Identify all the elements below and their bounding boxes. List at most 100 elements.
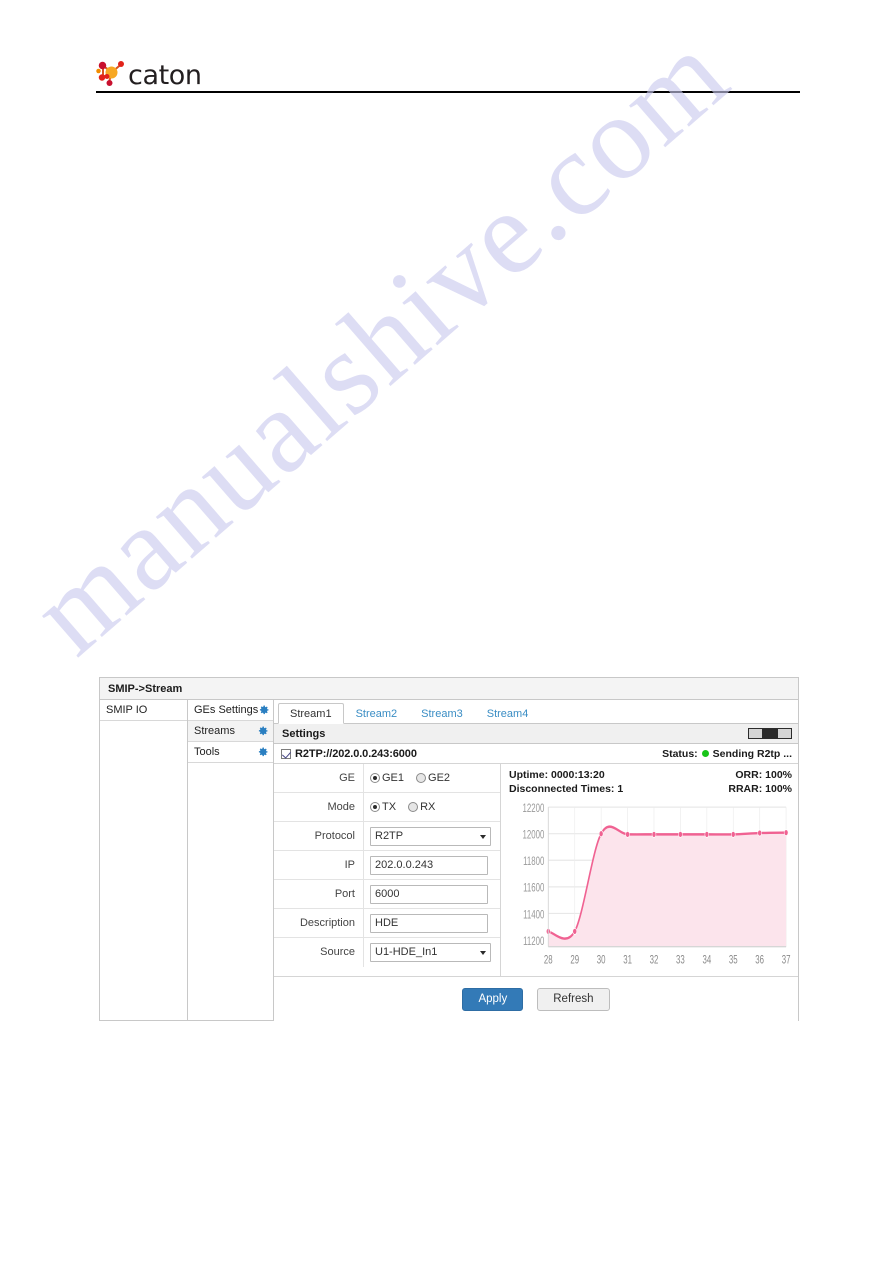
uptime-value: Uptime: 0000:13:20 — [509, 769, 605, 781]
form-row-source: Source U1-HDE_In1 — [274, 938, 500, 967]
description-input[interactable] — [370, 913, 488, 933]
source-label: Source — [274, 938, 364, 967]
apply-button[interactable]: Apply — [462, 987, 524, 1011]
breadcrumb: SMIP->Stream — [108, 682, 183, 695]
orr-value: ORR: 100% — [735, 769, 792, 781]
protocol-select[interactable]: R2TP — [370, 826, 491, 846]
stream-header-row: R2TP://202.0.0.243:6000 Status: Sending … — [274, 744, 798, 764]
form-row-description: Description — [274, 909, 500, 938]
stat-line-disconnected: Disconnected Times: 1 RRAR: 100% — [509, 782, 792, 796]
view-layout-toggle-icon[interactable] — [748, 728, 792, 739]
gear-icon[interactable] — [257, 746, 269, 758]
nav-item-tools[interactable]: Tools — [188, 742, 273, 763]
mode-tx-label: TX — [382, 801, 397, 813]
settings-title: Settings — [282, 727, 326, 740]
view-toggle-segment-2[interactable] — [763, 729, 778, 738]
gear-icon[interactable] — [258, 704, 270, 716]
svg-text:30: 30 — [597, 954, 606, 967]
svg-text:11600: 11600 — [523, 882, 545, 895]
status-text: Sending R2tp ... — [712, 747, 792, 760]
nav-item-label: Tools — [194, 746, 220, 758]
stream-stats-column: Uptime: 0000:13:20 ORR: 100% Disconnecte… — [501, 764, 798, 976]
ge1-label: GE1 — [382, 772, 405, 784]
mode-rx-radio[interactable]: RX — [408, 801, 435, 813]
source-select-value: U1-HDE_In1 — [375, 946, 438, 958]
svg-text:11800: 11800 — [523, 856, 545, 869]
svg-text:29: 29 — [570, 954, 579, 967]
svg-text:11400: 11400 — [523, 909, 545, 922]
view-toggle-segment-1[interactable] — [749, 729, 764, 738]
form-row-protocol: Protocol R2TP — [274, 822, 500, 851]
nav-item-label: GEs Settings — [194, 704, 259, 716]
stream-enable-checkbox[interactable] — [281, 748, 291, 759]
root-nav-column: SMIP IO — [100, 700, 188, 1021]
caton-molecule-logo-icon — [96, 61, 124, 86]
ip-label: IP — [274, 851, 364, 879]
radio-indicator — [416, 773, 427, 783]
status-dot-icon — [701, 750, 709, 757]
radio-indicator — [408, 802, 419, 812]
tab-stream3[interactable]: Stream3 — [409, 703, 475, 724]
tab-stream4[interactable]: Stream4 — [475, 703, 541, 724]
chevron-down-icon — [480, 834, 486, 839]
tab-stream1[interactable]: Stream1 — [278, 703, 344, 724]
sub-nav-column: GEs Settings Streams Tools — [188, 700, 274, 1021]
protocol-select-value: R2TP — [375, 829, 404, 842]
svg-text:31: 31 — [623, 954, 632, 967]
svg-text:11200: 11200 — [523, 935, 545, 948]
mode-radio-group: TX RX — [370, 801, 500, 813]
brand-row: caton — [96, 52, 800, 90]
nav-item-ges-settings[interactable]: GEs Settings — [188, 700, 273, 721]
gear-icon[interactable] — [257, 725, 269, 737]
radio-indicator — [370, 773, 380, 783]
form-row-port: Port — [274, 880, 500, 909]
status-badge: Status: Sending R2tp ... — [662, 748, 792, 760]
stream-settings-form: GE GE1 GE2 Mode TX RX Protocol R2TP IP 2… — [274, 764, 501, 976]
panel-body: SMIP IO GEs Settings Streams Tools Strea… — [100, 700, 798, 1021]
svg-text:36: 36 — [755, 954, 764, 967]
disconnected-times-value: Disconnected Times: 1 — [509, 783, 624, 795]
svg-text:12200: 12200 — [523, 802, 545, 815]
smip-stream-panel: SMIP->Stream SMIP IO GEs Settings Stream… — [99, 677, 799, 1021]
content-column: Stream1 Stream2 Stream3 Stream4 Settings… — [274, 700, 798, 1021]
svg-text:34: 34 — [702, 954, 711, 967]
nav-item-streams[interactable]: Streams — [188, 721, 273, 742]
stat-line-uptime: Uptime: 0000:13:20 ORR: 100% — [509, 768, 792, 782]
ge-label: GE — [274, 764, 364, 792]
page-header: caton — [96, 52, 800, 94]
form-row-ge: GE GE1 GE2 — [274, 764, 500, 793]
ge2-label: GE2 — [428, 772, 451, 784]
ge2-radio[interactable]: GE2 — [416, 772, 450, 784]
ge1-radio[interactable]: GE1 — [370, 772, 404, 784]
tab-stream2[interactable]: Stream2 — [344, 703, 410, 724]
svg-text:12000: 12000 — [523, 829, 545, 842]
ge-radio-group: GE1 GE2 — [370, 772, 500, 784]
radio-indicator — [370, 802, 380, 812]
nav-item-label: Streams — [194, 725, 235, 737]
nav-root-item-smip-io[interactable]: SMIP IO — [100, 700, 187, 721]
stream-url-label: R2TP://202.0.0.243:6000 — [295, 747, 417, 760]
settings-body: GE GE1 GE2 Mode TX RX Protocol R2TP IP 2… — [274, 764, 798, 977]
svg-text:37: 37 — [782, 954, 791, 967]
watermark-text: manualshive.com — [6, 5, 753, 679]
port-input[interactable] — [370, 884, 488, 904]
chevron-down-icon — [480, 951, 486, 955]
brand-name: caton — [128, 60, 202, 91]
settings-header: Settings — [274, 724, 798, 744]
svg-text:28: 28 — [544, 954, 553, 967]
source-select[interactable]: U1-HDE_In1 — [370, 943, 491, 962]
form-actions: Apply Refresh — [274, 977, 798, 1021]
mode-tx-radio[interactable]: TX — [370, 801, 396, 813]
ip-input[interactable] — [370, 855, 488, 875]
svg-text:33: 33 — [676, 954, 685, 967]
view-toggle-segment-3[interactable] — [777, 729, 791, 738]
stream-tabs: Stream1 Stream2 Stream3 Stream4 — [274, 700, 798, 724]
bitrate-chart-svg: 11200 11400 11600 11800 12000 12200 28 29 30 31 32… — [523, 802, 791, 967]
svg-text:35: 35 — [729, 954, 738, 967]
bitrate-area-chart: 11200 11400 11600 11800 12000 12200 28 29 30 31 32… — [509, 798, 792, 974]
rrar-value: RRAR: 100% — [728, 783, 792, 795]
nav-root-item-label: SMIP IO — [106, 704, 148, 716]
refresh-button[interactable]: Refresh — [537, 987, 610, 1011]
svg-text:32: 32 — [650, 954, 659, 967]
breadcrumb-bar: SMIP->Stream — [100, 678, 798, 700]
